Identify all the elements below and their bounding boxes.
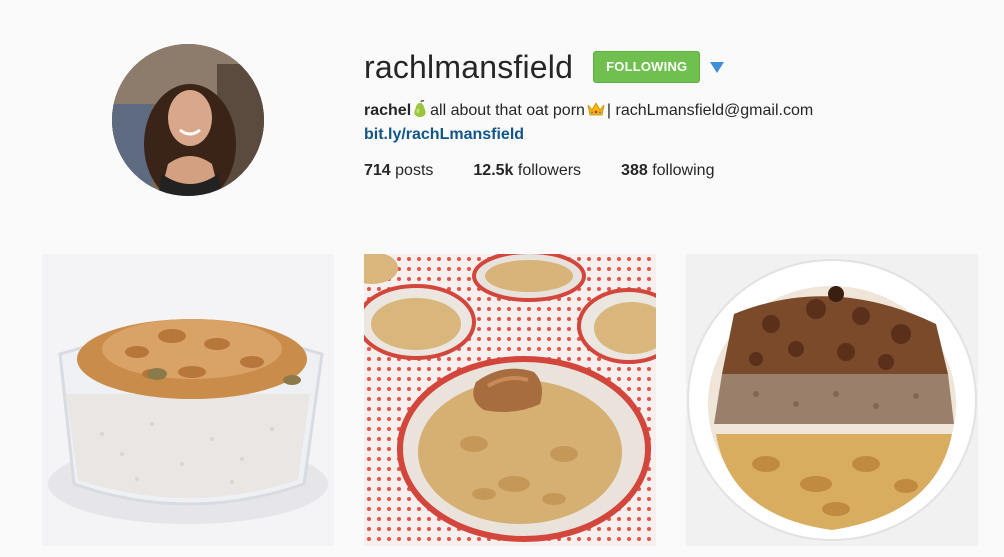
- bio-text-1: all about that oat porn: [430, 102, 585, 119]
- post-thumbnail-1[interactable]: [42, 254, 334, 546]
- post-thumbnail-2[interactable]: [364, 254, 656, 546]
- followers-count: 12.5k: [473, 162, 514, 179]
- following-label: following: [652, 162, 715, 179]
- posts-label: posts: [395, 162, 434, 179]
- profile-info: rachlmansfield FOLLOWING rachel all about…: [364, 44, 984, 180]
- bio-link[interactable]: bit.ly/rachLmansfield: [364, 124, 984, 146]
- profile-header-row: rachlmansfield FOLLOWING: [364, 44, 984, 90]
- profile-stats: 714 posts 12.5k followers 388 following: [364, 162, 984, 180]
- username: rachlmansfield: [364, 49, 574, 85]
- bio-text-2: | rachLmansfield@gmail.com: [606, 102, 814, 119]
- bio: rachel all about that oat porn | rachLmans…: [364, 99, 984, 122]
- following-button[interactable]: FOLLOWING: [593, 51, 701, 83]
- post-thumbnail-3[interactable]: [686, 254, 978, 546]
- following-stat[interactable]: 388 following: [621, 162, 714, 180]
- profile-avatar: [112, 44, 264, 196]
- followers-label: followers: [517, 162, 582, 179]
- bio-name: rachel: [364, 102, 412, 119]
- followers-stat[interactable]: 12.5k followers: [473, 162, 581, 180]
- dropdown-caret-icon[interactable]: [710, 61, 725, 73]
- posts-count: 714: [364, 162, 391, 179]
- posts-stat[interactable]: 714 posts: [364, 162, 433, 180]
- pear-icon: [412, 99, 428, 118]
- crown-icon: [587, 101, 605, 117]
- following-count: 388: [621, 162, 648, 179]
